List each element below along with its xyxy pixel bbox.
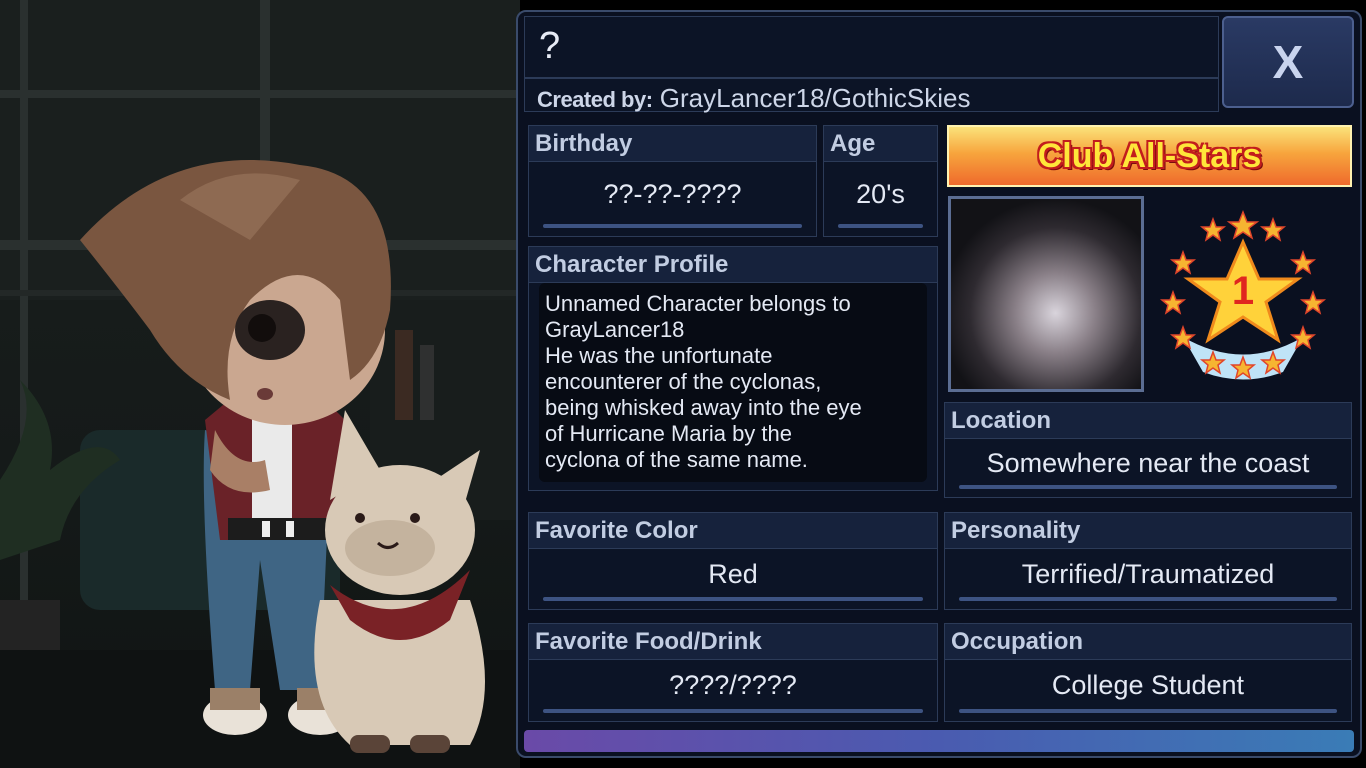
birthday-label: Birthday xyxy=(529,126,816,162)
favorite-color-value: Red xyxy=(708,558,758,589)
favorite-food-underline xyxy=(543,709,923,713)
age-field: Age 20's xyxy=(823,125,938,237)
close-icon: X xyxy=(1272,36,1304,88)
scene-illustration xyxy=(0,0,520,768)
birthday-field: Birthday ??-??-???? xyxy=(528,125,817,237)
occupation-underline xyxy=(959,709,1337,713)
location-label: Location xyxy=(945,403,1351,439)
header-divider xyxy=(525,77,1218,79)
age-value: 20's xyxy=(856,178,905,209)
occupation-label: Occupation xyxy=(945,624,1351,660)
banner-text: Club All-Stars xyxy=(1037,136,1262,175)
close-button[interactable]: X xyxy=(1222,16,1354,108)
character-profile-label: Character Profile xyxy=(529,247,937,283)
background-thumbnail[interactable] xyxy=(948,196,1144,392)
favorite-food-field: Favorite Food/Drink ????/???? xyxy=(528,623,938,722)
personality-label: Personality xyxy=(945,513,1351,549)
rank-badge: 1 xyxy=(1158,207,1328,382)
occupation-value: College Student xyxy=(1051,670,1245,700)
favorite-color-underline xyxy=(543,597,923,601)
personality-field: Personality Terrified/Traumatized xyxy=(944,512,1352,610)
rank-number: 1 xyxy=(1231,269,1255,313)
location-field: Location Somewhere near the coast xyxy=(944,402,1352,498)
character-profile-panel: ? Created by: GrayLancer18/GothicSkies X… xyxy=(516,10,1362,758)
location-value: Somewhere near the coast xyxy=(986,447,1310,478)
character-name: ? xyxy=(539,25,561,67)
occupation-field: Occupation College Student xyxy=(944,623,1352,722)
favorite-food-label: Favorite Food/Drink xyxy=(529,624,937,660)
favorite-color-field: Favorite Color Red xyxy=(528,512,938,610)
location-underline xyxy=(959,485,1337,489)
birthday-underline xyxy=(543,224,802,228)
created-by-label: Created by: xyxy=(537,87,653,112)
galaxy-image xyxy=(951,199,1141,389)
age-label: Age xyxy=(824,126,937,162)
birthday-value: ??-??-???? xyxy=(603,178,742,209)
club-all-stars-banner: Club All-Stars xyxy=(947,125,1352,187)
profile-header: ? Created by: GrayLancer18/GothicSkies xyxy=(524,16,1219,114)
created-by-value: GrayLancer18/GothicSkies xyxy=(659,83,971,113)
personality-value: Terrified/Traumatized xyxy=(1021,558,1275,589)
character-profile-text[interactable]: Unnamed Character belongs to GrayLancer1… xyxy=(539,283,927,482)
favorite-color-label: Favorite Color xyxy=(529,513,937,549)
character-profile-field: Character Profile Unnamed Character belo… xyxy=(528,246,938,491)
character-scene xyxy=(0,0,520,768)
created-by-line: Created by: GrayLancer18/GothicSkies xyxy=(537,83,971,114)
panel-bottom-bar xyxy=(524,730,1354,752)
age-underline xyxy=(838,224,923,228)
favorite-food-value: ????/???? xyxy=(669,670,797,700)
personality-underline xyxy=(959,597,1337,601)
